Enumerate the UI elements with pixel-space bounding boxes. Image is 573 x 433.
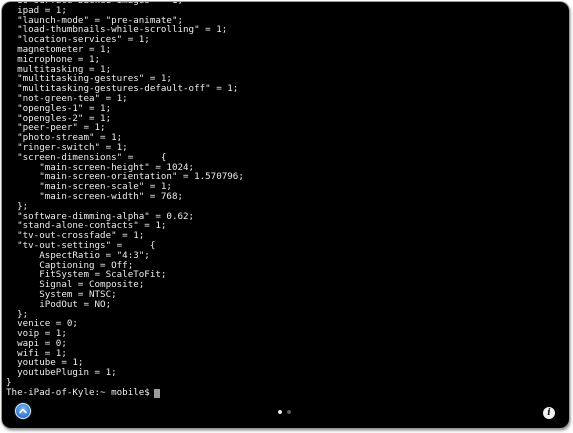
- scroll-up-button[interactable]: [15, 403, 31, 419]
- page-indicator[interactable]: [278, 410, 291, 414]
- page-dot-1[interactable]: [278, 410, 282, 414]
- text-cursor: [153, 388, 160, 398]
- terminal-line: iPodOut = NO;: [6, 298, 112, 310]
- terminal-window: io-surface-backed-images" = 1; ipad = 1;…: [2, 2, 569, 428]
- page-dot-2[interactable]: [287, 410, 291, 414]
- terminal-line: venice = 0;: [6, 318, 78, 330]
- command-prompt[interactable]: The-iPad-of-Kyle:~ mobile$: [6, 388, 565, 399]
- prompt-text: The-iPad-of-Kyle:~ mobile$: [6, 387, 150, 399]
- bottom-toolbar: i: [2, 400, 569, 428]
- terminal-line: }: [6, 377, 12, 389]
- terminal-line: "main-screen-width" = 768;: [6, 190, 184, 202]
- terminal-line: youtubePlugin = 1;: [6, 367, 117, 379]
- terminal-output[interactable]: io-surface-backed-images" = 1; ipad = 1;…: [6, 2, 565, 399]
- info-icon[interactable]: i: [543, 407, 555, 419]
- chevron-up-icon: [19, 408, 27, 414]
- terminal-line: };: [6, 308, 29, 320]
- terminal-line: wifi = 1;: [6, 347, 67, 359]
- terminal-line: wapi = 0;: [6, 337, 67, 349]
- terminal-line: voip = 1;: [6, 328, 67, 340]
- device-frame: io-surface-backed-images" = 1; ipad = 1;…: [0, 0, 573, 433]
